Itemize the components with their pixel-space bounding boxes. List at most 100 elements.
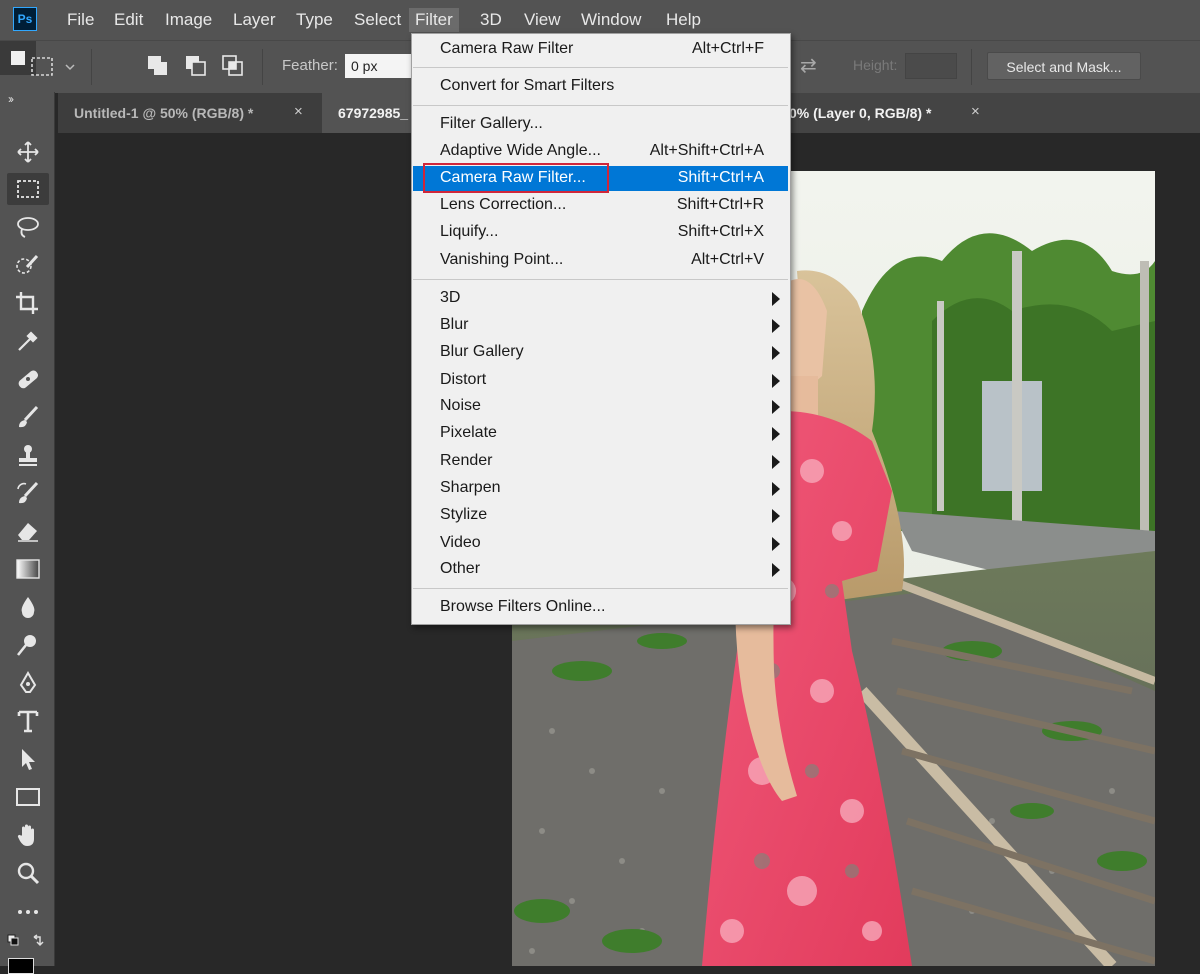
- tab-67972985[interactable]: 67972985_: [322, 93, 412, 133]
- stamp-icon: [19, 445, 37, 466]
- tab-close-icon[interactable]: ×: [294, 93, 303, 133]
- type-icon: [17, 710, 39, 733]
- crop-tool[interactable]: [7, 287, 49, 319]
- add-to-selection-button[interactable]: [145, 53, 171, 79]
- menu-item-blur[interactable]: Blur: [413, 313, 788, 338]
- menu-item-camera-raw-filter-last[interactable]: Camera Raw Filter Alt+Ctrl+F: [413, 37, 788, 62]
- menu-item-stylize[interactable]: Stylize: [413, 503, 788, 528]
- dodge-icon: [16, 635, 36, 656]
- more-tools-button[interactable]: [7, 895, 49, 927]
- tab-untitled-1[interactable]: Untitled-1 @ 50% (RGB/8) *: [58, 93, 322, 133]
- marquee-preset-picker[interactable]: [28, 54, 76, 80]
- rectangle-tool[interactable]: [7, 781, 49, 813]
- filter-menu-dropdown: Camera Raw Filter Alt+Ctrl+F Convert for…: [411, 33, 791, 625]
- menu-item-label: Render: [440, 452, 493, 469]
- menu-item-shortcut: Shift+Ctrl+A: [677, 169, 764, 186]
- menu-image[interactable]: Image: [165, 10, 212, 30]
- menu-item-lens-correction[interactable]: Lens Correction... Shift+Ctrl+R: [413, 193, 788, 218]
- menu-item-other[interactable]: Other: [413, 557, 788, 582]
- eyedropper-tool[interactable]: [7, 325, 49, 357]
- blur-tool[interactable]: [7, 591, 49, 623]
- menu-item-render[interactable]: Render: [413, 449, 788, 474]
- menu-layer[interactable]: Layer: [233, 10, 276, 30]
- history-brush-tool[interactable]: [7, 477, 49, 509]
- menu-item-adaptive-wide-angle[interactable]: Adaptive Wide Angle... Alt+Shift+Ctrl+A: [413, 139, 788, 164]
- menu-filter[interactable]: Filter: [409, 8, 459, 32]
- menu-3d[interactable]: 3D: [480, 10, 502, 30]
- menu-item-3d[interactable]: 3D: [413, 286, 788, 311]
- rect-marquee-icon: [17, 180, 39, 198]
- submenu-arrow-icon: [772, 537, 780, 551]
- highlight-annotation-box: [423, 163, 609, 193]
- menu-item-shortcut: Alt+Ctrl+V: [691, 251, 764, 268]
- collapse-panel-icon[interactable]: ››: [8, 92, 14, 106]
- menu-item-label: Blur: [440, 316, 469, 333]
- pen-tool[interactable]: [7, 667, 49, 699]
- menu-item-shortcut: Alt+Shift+Ctrl+A: [649, 142, 764, 159]
- menu-separator: [413, 279, 788, 280]
- menu-item-liquify[interactable]: Liquify... Shift+Ctrl+X: [413, 220, 788, 245]
- ellipsis-icon: [18, 910, 38, 914]
- menu-view[interactable]: View: [524, 10, 561, 30]
- menu-item-label: Stylize: [440, 506, 488, 523]
- swap-colors-icon: [7, 934, 44, 947]
- subtract-selection-icon: [186, 56, 206, 76]
- intersect-selection-button[interactable]: [220, 53, 246, 79]
- menu-item-shortcut: Alt+Ctrl+F: [691, 40, 764, 57]
- menu-type[interactable]: Type: [296, 10, 333, 30]
- tab-title: 0% (Layer 0, RGB/8) *: [789, 105, 932, 121]
- swap-width-height-icon[interactable]: ⇄: [800, 53, 817, 78]
- menu-select[interactable]: Select: [354, 10, 401, 30]
- menu-item-noise[interactable]: Noise: [413, 394, 788, 419]
- select-and-mask-button[interactable]: Select and Mask...: [987, 52, 1141, 80]
- menu-item-vanishing-point[interactable]: Vanishing Point... Alt+Ctrl+V: [413, 248, 788, 273]
- crop-icon: [16, 292, 38, 314]
- dodge-tool[interactable]: [7, 629, 49, 661]
- tab-title: Untitled-1 @ 50% (RGB/8) *: [74, 105, 254, 121]
- new-selection-icon: [11, 51, 25, 65]
- menu-item-sharpen[interactable]: Sharpen: [413, 476, 788, 501]
- rectangular-marquee-tool[interactable]: [7, 173, 49, 205]
- clone-stamp-tool[interactable]: [7, 439, 49, 471]
- menu-file[interactable]: File: [67, 10, 94, 30]
- menu-item-video[interactable]: Video: [413, 531, 788, 556]
- healing-brush-tool[interactable]: [7, 363, 49, 395]
- eraser-tool[interactable]: [7, 515, 49, 547]
- hand-tool[interactable]: [7, 819, 49, 851]
- gradient-tool[interactable]: [7, 553, 49, 585]
- menu-separator: [413, 67, 788, 68]
- rect-marquee-icon: [31, 57, 75, 76]
- menu-item-filter-gallery[interactable]: Filter Gallery...: [413, 112, 788, 137]
- arrow-cursor-icon: [22, 749, 35, 770]
- tab-close-icon[interactable]: ×: [971, 93, 980, 133]
- subtract-from-selection-button[interactable]: [183, 53, 209, 79]
- menu-help[interactable]: Help: [666, 10, 701, 30]
- lasso-tool[interactable]: [7, 211, 49, 243]
- foreground-color-swatch[interactable]: [8, 958, 34, 974]
- menu-item-browse-filters-online[interactable]: Browse Filters Online...: [413, 595, 788, 620]
- brush-tool[interactable]: [7, 401, 49, 433]
- move-tool[interactable]: [7, 136, 49, 168]
- submenu-arrow-icon: [772, 482, 780, 496]
- menu-item-convert-smart-filters[interactable]: Convert for Smart Filters: [413, 74, 788, 99]
- separator: [262, 49, 263, 85]
- menu-edit[interactable]: Edit: [114, 10, 143, 30]
- menu-item-label: Pixelate: [440, 424, 497, 441]
- quick-selection-tool[interactable]: [7, 249, 49, 281]
- menu-window[interactable]: Window: [581, 10, 641, 30]
- type-tool[interactable]: [7, 705, 49, 737]
- menu-item-label: Sharpen: [440, 479, 501, 496]
- photoshop-logo-icon: Ps: [13, 7, 37, 31]
- submenu-arrow-icon: [772, 374, 780, 388]
- menu-item-blur-gallery[interactable]: Blur Gallery: [413, 340, 788, 365]
- default-colors-controls[interactable]: [7, 934, 47, 954]
- magnifier-icon: [17, 862, 40, 885]
- feather-input[interactable]: 0 px: [345, 54, 415, 78]
- menu-item-pixelate[interactable]: Pixelate: [413, 421, 788, 446]
- path-selection-tool[interactable]: [7, 743, 49, 775]
- zoom-tool[interactable]: [7, 857, 49, 889]
- height-input[interactable]: [905, 53, 957, 79]
- tab-layer-0[interactable]: 0% (Layer 0, RGB/8) *: [789, 93, 999, 133]
- menu-item-distort[interactable]: Distort: [413, 368, 788, 393]
- hand-icon: [17, 824, 34, 846]
